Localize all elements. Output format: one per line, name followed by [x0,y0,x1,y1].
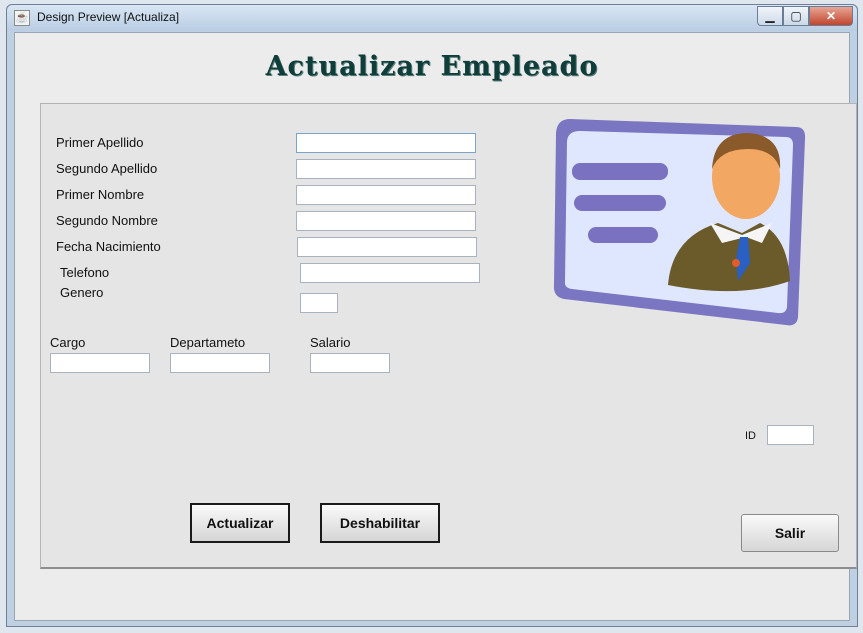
java-cup-icon: ☕ [14,10,30,26]
window-title: Design Preview [Actualiza] [37,10,180,24]
fecha-nacimiento-label: Fecha Nacimiento [56,239,161,254]
minimize-button[interactable]: ▁ [757,6,783,26]
segundo-nombre-input[interactable] [296,211,476,231]
id-input[interactable] [767,425,814,445]
maximize-button[interactable]: ▢ [783,6,809,26]
cargo-label: Cargo [50,335,86,350]
segundo-nombre-label: Segundo Nombre [56,213,158,228]
actualizar-button[interactable]: Actualizar [190,503,290,543]
primer-apellido-input[interactable] [296,133,476,153]
salario-input[interactable] [310,353,390,373]
employee-form-panel: Primer Apellido Segundo Apellido Primer … [40,103,857,569]
title-bar[interactable]: ☕ Design Preview [Actualiza] ▁ ▢ ✕ [7,5,857,31]
telefono-label: Telefono [60,265,110,280]
deshabilitar-button[interactable]: Deshabilitar [320,503,440,543]
primer-nombre-label: Primer Nombre [56,187,145,202]
employee-badge-icon [553,119,806,326]
departamento-input[interactable] [170,353,270,373]
primer-apellido-label: Primer Apellido [56,135,144,150]
genero-label: Genero [60,285,104,300]
id-label: ID [745,430,756,442]
window-content: Actualizar Empleado Primer Apellido Segu… [14,32,857,621]
departamento-label: Departameto [170,335,246,350]
primer-nombre-input[interactable] [296,185,476,205]
fecha-nacimiento-input[interactable] [297,237,477,257]
app-window: ☕ Design Preview [Actualiza] ▁ ▢ ✕ Actua… [6,4,858,627]
cargo-input[interactable] [50,353,150,373]
telefono-input[interactable] [300,263,480,283]
segundo-apellido-label: Segundo Apellido [56,161,158,176]
genero-input[interactable] [300,293,338,313]
salario-label: Salario [310,335,351,350]
close-button[interactable]: ✕ [809,6,853,26]
segundo-apellido-input[interactable] [296,159,476,179]
salir-button[interactable]: Salir [741,514,839,552]
page-title: Actualizar Empleado [265,51,599,82]
